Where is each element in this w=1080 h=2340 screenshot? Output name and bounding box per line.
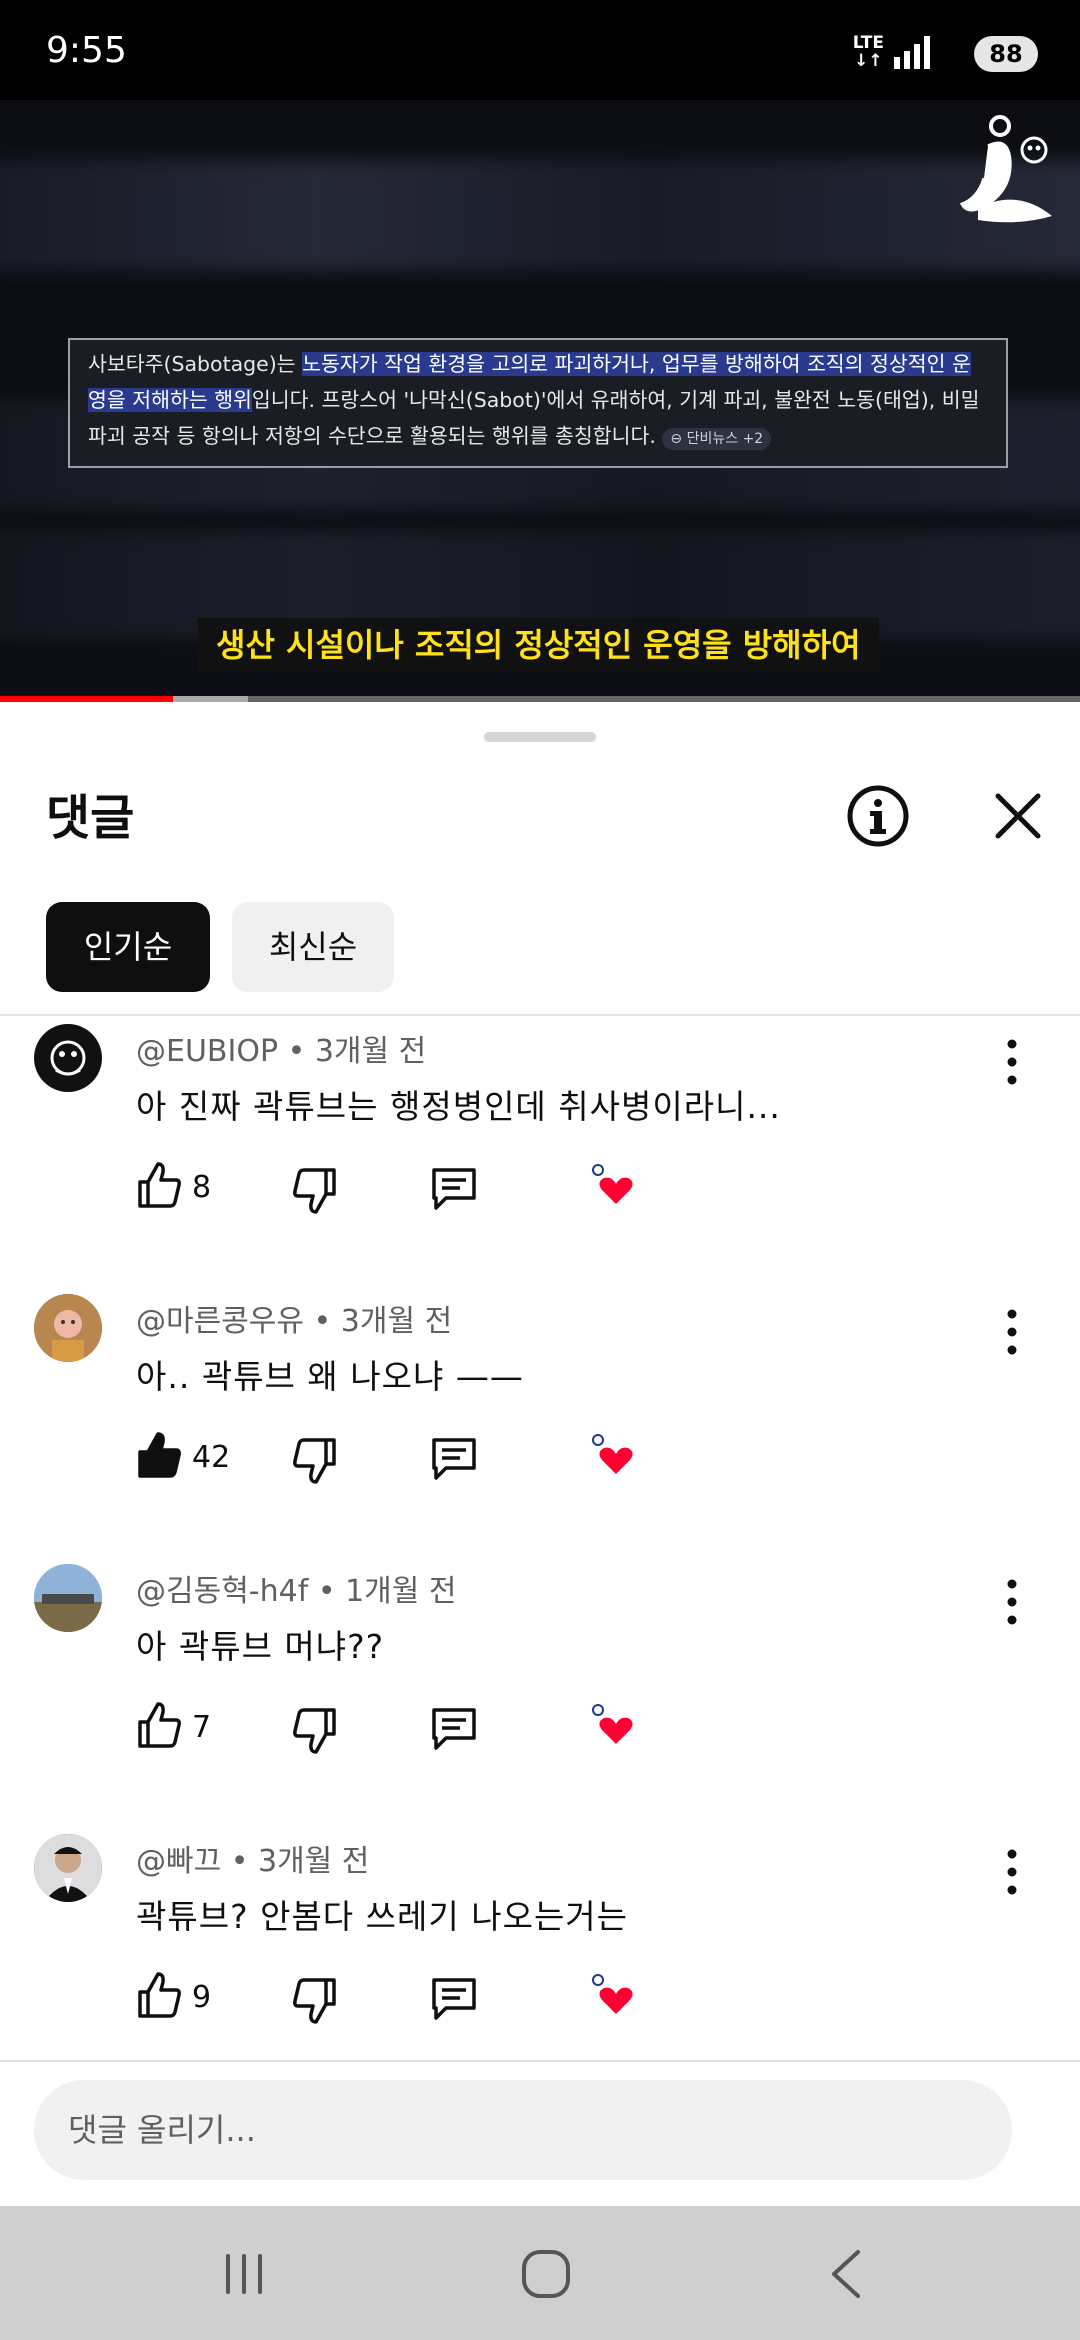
comment-author[interactable]: @김동혁-h4f: [136, 1574, 308, 1609]
divider: [0, 1014, 1080, 1016]
avatar[interactable]: [34, 1834, 102, 1902]
like-count: 9: [192, 1980, 212, 2015]
recent-apps-icon[interactable]: [220, 2250, 268, 2298]
reply-icon[interactable]: [430, 1704, 478, 1752]
divider: [0, 2060, 1080, 2062]
comment-author[interactable]: @EUBIOP: [136, 1034, 278, 1069]
reply-icon[interactable]: [430, 1164, 478, 1212]
more-options-icon[interactable]: [998, 1572, 1026, 1632]
dislike-icon[interactable]: [292, 1436, 338, 1486]
more-options-icon[interactable]: [998, 1032, 1026, 1092]
more-options-icon[interactable]: [998, 1842, 1026, 1902]
system-navigation-bar: [0, 2206, 1080, 2340]
comment-text: 아.. 곽튜브 왜 나오냐 ——: [136, 1357, 524, 1396]
like-icon[interactable]: [136, 1160, 182, 1210]
avatar[interactable]: [34, 1564, 102, 1632]
like-icon-filled[interactable]: [136, 1430, 182, 1480]
comments-sheet: 댓글 인기순 최신순 @EUBIOP • 3개월 전 아 진짜 곽튜브는 행정병…: [0, 708, 1080, 2206]
explanation-text: 사보타주(Sabotage)는: [88, 352, 303, 376]
comment-item: @빠끄 • 3개월 전 곽튜브? 안봄다 쓰레기 나오는거는 9: [0, 1834, 1080, 2104]
comment-age: 1개월 전: [345, 1574, 457, 1609]
comment-age: 3개월 전: [340, 1304, 453, 1339]
sort-chip-newest[interactable]: 최신순: [232, 902, 394, 992]
channel-logo-icon: [959, 115, 1052, 223]
more-options-icon[interactable]: [998, 1302, 1026, 1362]
comment-actions: 42: [136, 1430, 696, 1490]
comment-age: 3개월 전: [314, 1034, 427, 1069]
dislike-icon[interactable]: [292, 1976, 338, 2026]
blurred-background: [0, 160, 1080, 270]
comment-item: @마른콩우유 • 3개월 전 아.. 곽튜브 왜 나오냐 —— 42: [0, 1294, 1080, 1564]
network-type: LTE ↓↑: [852, 33, 884, 71]
like-icon[interactable]: [136, 1970, 182, 2020]
avatar[interactable]: [34, 1024, 102, 1092]
add-comment-placeholder: 댓글 올리기...: [68, 2111, 256, 2149]
info-icon[interactable]: [846, 784, 910, 848]
home-icon[interactable]: [520, 2248, 572, 2300]
battery-indicator: 88: [974, 36, 1038, 72]
drag-handle[interactable]: [484, 732, 596, 742]
comment-author[interactable]: @빠끄: [136, 1844, 221, 1879]
comment-author[interactable]: @마른콩우유: [136, 1304, 304, 1339]
dislike-icon[interactable]: [292, 1706, 338, 1756]
video-player[interactable]: 사보타주(Sabotage)는 노동자가 작업 환경을 고의로 파괴하거나, 업…: [0, 100, 1080, 702]
comment-actions: 9: [136, 1970, 696, 2030]
comment-meta: @김동혁-h4f • 1개월 전: [136, 1574, 457, 1609]
comment-actions: 8: [136, 1160, 696, 1220]
video-progress-bar[interactable]: [0, 696, 1080, 702]
comment-item: @김동혁-h4f • 1개월 전 아 곽튜브 머냐?? 7: [0, 1564, 1080, 1834]
comment-meta: @마른콩우유 • 3개월 전: [136, 1304, 453, 1339]
reply-icon[interactable]: [430, 1434, 478, 1482]
like-count: 42: [192, 1440, 231, 1475]
back-icon[interactable]: [826, 2248, 866, 2300]
comment-meta: @EUBIOP • 3개월 전: [136, 1034, 427, 1069]
like-count: 7: [192, 1710, 212, 1745]
comment-text: 곽튜브? 안봄다 쓰레기 나오는거는: [136, 1897, 629, 1936]
avatar[interactable]: [34, 1294, 102, 1362]
comment-meta: @빠끄 • 3개월 전: [136, 1844, 370, 1879]
status-time: 9:55: [46, 30, 127, 71]
comment-text: 아 곽튜브 머냐??: [136, 1627, 385, 1666]
comment-actions: 7: [136, 1700, 696, 1760]
explanation-box: 사보타주(Sabotage)는 노동자가 작업 환경을 고의로 파괴하거나, 업…: [68, 338, 1008, 468]
comment-text: 아 진짜 곽튜브는 행정병인데 취사병이라니...: [136, 1087, 781, 1126]
comment-item: @EUBIOP • 3개월 전 아 진짜 곽튜브는 행정병인데 취사병이라니..…: [0, 1024, 1080, 1294]
close-icon[interactable]: [988, 786, 1048, 846]
creator-heart-icon: [592, 1974, 633, 2014]
sort-chip-popular[interactable]: 인기순: [46, 902, 210, 992]
creator-heart-icon: [592, 1164, 633, 1204]
status-bar: 9:55 LTE ↓↑ 88: [0, 0, 1080, 100]
dislike-icon[interactable]: [292, 1166, 338, 1216]
played-progress: [0, 696, 173, 702]
source-chip: ⊖ 단비뉴스 +2: [662, 428, 772, 450]
reply-icon[interactable]: [430, 1974, 478, 2022]
add-comment-input[interactable]: 댓글 올리기...: [34, 2080, 1012, 2180]
signal-indicator: LTE ↓↑: [853, 34, 930, 70]
like-count: 8: [192, 1170, 212, 1205]
creator-heart-icon: [592, 1434, 633, 1474]
signal-bars-icon: [894, 35, 930, 69]
comment-age: 3개월 전: [257, 1844, 370, 1879]
creator-heart-icon: [592, 1704, 633, 1744]
comments-title: 댓글: [46, 790, 135, 846]
video-subtitle: 생산 시설이나 조직의 정상적인 운영을 방해하여: [198, 618, 879, 672]
like-icon[interactable]: [136, 1700, 182, 1750]
